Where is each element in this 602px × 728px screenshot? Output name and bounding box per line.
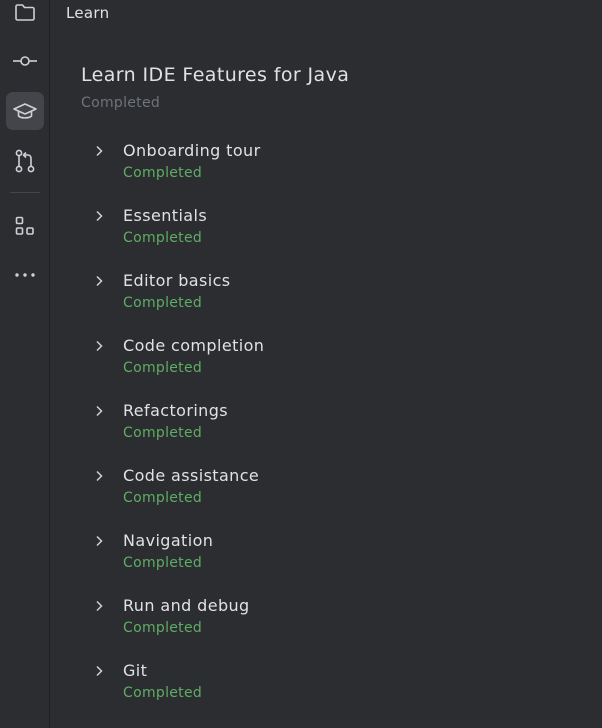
lesson-item-navigation[interactable]: Navigation Completed xyxy=(91,531,511,583)
lesson-name[interactable]: Essentials xyxy=(123,206,207,225)
structure-tool-button[interactable] xyxy=(6,207,44,245)
lesson-status: Completed xyxy=(123,165,203,181)
chevron-right-icon[interactable] xyxy=(91,208,107,224)
folder-icon xyxy=(13,0,37,24)
lesson-item-code-completion[interactable]: Code completion Completed xyxy=(91,336,511,388)
lesson-item-refactorings[interactable]: Refactorings Completed xyxy=(91,401,511,453)
lesson-item-onboarding-tour[interactable]: Onboarding tour Completed xyxy=(91,141,511,193)
lesson-item-code-assistance[interactable]: Code assistance Completed xyxy=(91,466,511,518)
commit-tool-button[interactable] xyxy=(6,42,44,80)
pull-requests-icon xyxy=(13,148,37,174)
lesson-status: Completed xyxy=(123,360,203,376)
lesson-name[interactable]: Git xyxy=(123,661,147,680)
lesson-item-editor-basics[interactable]: Editor basics Completed xyxy=(91,271,511,323)
more-icon xyxy=(13,263,37,287)
panel-title: Learn xyxy=(66,4,110,22)
lesson-status: Completed xyxy=(123,230,203,246)
lesson-status: Completed xyxy=(123,620,203,636)
lesson-name[interactable]: Onboarding tour xyxy=(123,141,261,160)
chevron-right-icon[interactable] xyxy=(91,533,107,549)
chevron-right-icon[interactable] xyxy=(91,273,107,289)
structure-icon xyxy=(13,214,37,238)
lesson-name[interactable]: Run and debug xyxy=(123,596,250,615)
lesson-name[interactable]: Code assistance xyxy=(123,466,259,485)
lesson-name[interactable]: Code completion xyxy=(123,336,264,355)
chevron-right-icon[interactable] xyxy=(91,403,107,419)
lesson-item-git[interactable]: Git Completed xyxy=(91,661,511,713)
learn-tool-button[interactable] xyxy=(6,92,44,130)
lesson-status: Completed xyxy=(123,555,203,571)
chevron-right-icon[interactable] xyxy=(91,598,107,614)
learn-icon xyxy=(12,99,38,123)
lesson-name[interactable]: Navigation xyxy=(123,531,213,550)
commit-icon xyxy=(12,49,38,73)
tool-strip-divider xyxy=(10,192,40,193)
chevron-right-icon[interactable] xyxy=(91,468,107,484)
tool-window-strip xyxy=(0,0,50,728)
lesson-status: Completed xyxy=(123,425,203,441)
lesson-status: Completed xyxy=(123,685,203,701)
course-title: Learn IDE Features for Java xyxy=(81,64,350,86)
lesson-name[interactable]: Editor basics xyxy=(123,271,231,290)
lesson-name[interactable]: Refactorings xyxy=(123,401,228,420)
lesson-status: Completed xyxy=(123,295,203,311)
lesson-item-run-and-debug[interactable]: Run and debug Completed xyxy=(91,596,511,648)
project-tool-button[interactable] xyxy=(6,0,44,31)
chevron-right-icon[interactable] xyxy=(91,143,107,159)
lesson-status: Completed xyxy=(123,490,203,506)
chevron-right-icon[interactable] xyxy=(91,338,107,354)
course-status: Completed xyxy=(81,95,161,111)
learn-panel: Learn Learn IDE Features for Java Comple… xyxy=(51,0,602,728)
chevron-right-icon[interactable] xyxy=(91,663,107,679)
pull-requests-tool-button[interactable] xyxy=(6,142,44,180)
lesson-item-essentials[interactable]: Essentials Completed xyxy=(91,206,511,258)
learn-window: Learn Learn IDE Features for Java Comple… xyxy=(0,0,602,728)
more-tool-windows-button[interactable] xyxy=(6,256,44,294)
